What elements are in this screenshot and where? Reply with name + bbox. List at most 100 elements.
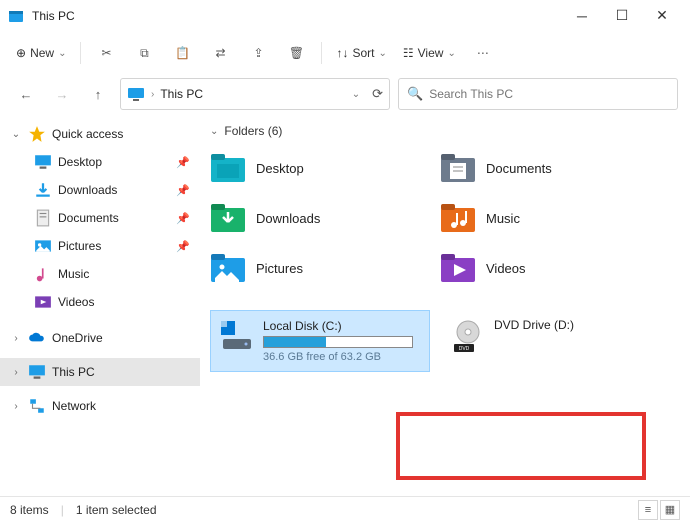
content-pane: ⌄ Folders (6) Desktop Documents Download…: [200, 114, 690, 494]
documents-folder-icon: [440, 152, 476, 184]
cut-button[interactable]: ✂: [89, 38, 123, 68]
sidebar-item-label: Videos: [58, 295, 94, 309]
rename-icon: ⇄: [215, 46, 225, 60]
address-text: This PC: [160, 87, 345, 101]
sidebar-item-music[interactable]: Music: [0, 260, 200, 288]
sidebar-item-pictures[interactable]: Pictures 📌: [0, 232, 200, 260]
window-icon: [8, 8, 24, 24]
music-icon: [34, 266, 52, 282]
rename-button[interactable]: ⇄: [203, 38, 237, 68]
copy-icon: ⧉: [140, 46, 149, 61]
folder-documents[interactable]: Documents: [440, 146, 660, 190]
pc-icon: [28, 364, 46, 380]
search-box[interactable]: 🔍: [398, 78, 678, 110]
sidebar-item-desktop[interactable]: Desktop 📌: [0, 148, 200, 176]
folder-label: Downloads: [256, 211, 320, 226]
chevron-down-icon: ⌄: [378, 48, 386, 59]
sidebar-item-label: Downloads: [58, 183, 117, 197]
pin-icon: 📌: [176, 156, 190, 169]
plus-icon: ⊕: [16, 46, 26, 60]
sidebar-item-network[interactable]: › Network: [0, 392, 200, 420]
delete-button[interactable]: 🗑: [279, 38, 313, 68]
trash-icon: 🗑: [289, 46, 304, 60]
paste-button[interactable]: 📋: [165, 38, 199, 68]
close-button[interactable]: ✕: [642, 2, 682, 30]
maximize-button[interactable]: ☐: [602, 2, 642, 30]
drive-icon: [219, 319, 255, 355]
drive-dvd-d[interactable]: DVD DVD Drive (D:): [442, 310, 662, 372]
sidebar-item-quickaccess[interactable]: ⌄ Quick access: [0, 120, 200, 148]
drive-label: Local Disk (C:): [263, 319, 413, 333]
search-input[interactable]: [429, 87, 669, 101]
folder-videos[interactable]: Videos: [440, 246, 660, 290]
desktop-folder-icon: [210, 152, 246, 184]
copy-button[interactable]: ⧉: [127, 38, 161, 68]
sidebar-item-label: OneDrive: [52, 331, 103, 345]
chevron-down-icon: ⌄: [447, 48, 455, 59]
chevron-right-icon[interactable]: ›: [10, 333, 22, 344]
new-button[interactable]: ⊕ New ⌄: [10, 38, 72, 68]
network-icon: [28, 398, 46, 414]
sidebar-item-documents[interactable]: Documents 📌: [0, 204, 200, 232]
chevron-down-icon[interactable]: ⌄: [10, 129, 22, 140]
sidebar-item-label: Quick access: [52, 127, 123, 141]
folder-desktop[interactable]: Desktop: [210, 146, 430, 190]
sidebar-item-thispc[interactable]: › This PC: [0, 358, 200, 386]
pin-icon: 📌: [176, 212, 190, 225]
share-button[interactable]: ⇪: [241, 38, 275, 68]
sort-button[interactable]: ↑↓ Sort ⌄: [330, 38, 392, 68]
toolbar-separator: [80, 42, 81, 64]
chevron-down-icon[interactable]: ⌄: [352, 89, 360, 100]
back-button[interactable]: ←: [12, 80, 40, 108]
view-details-button[interactable]: ≡: [638, 500, 658, 520]
folder-music[interactable]: Music: [440, 196, 660, 240]
navigation-row: ← → ↑ › This PC ⌄ ⟳ 🔍: [0, 74, 690, 114]
sidebar-item-videos[interactable]: Videos: [0, 288, 200, 316]
paste-icon: 📋: [175, 46, 190, 60]
chevron-down-icon: ⌄: [58, 48, 66, 59]
forward-button[interactable]: →: [48, 80, 76, 108]
chevron-right-icon[interactable]: ›: [10, 367, 22, 378]
view-icon: ☷: [403, 46, 414, 60]
drive-label: DVD Drive (D:): [494, 318, 574, 332]
toolbar-separator: [321, 42, 322, 64]
pictures-folder-icon: [210, 252, 246, 284]
downloads-folder-icon: [210, 202, 246, 234]
ellipsis-icon: ⋯: [477, 46, 489, 60]
documents-icon: [34, 210, 52, 226]
music-folder-icon: [440, 202, 476, 234]
sidebar-item-downloads[interactable]: Downloads 📌: [0, 176, 200, 204]
drive-usage-bar: [263, 336, 413, 348]
search-icon: 🔍: [407, 86, 423, 102]
folder-downloads[interactable]: Downloads: [210, 196, 430, 240]
view-icons-button[interactable]: ▦: [660, 500, 680, 520]
cloud-icon: [28, 330, 46, 346]
folder-label: Videos: [486, 261, 526, 276]
view-button[interactable]: ☷ View ⌄: [397, 38, 462, 68]
folder-label: Documents: [486, 161, 552, 176]
title-bar: This PC ─ ☐ ✕: [0, 0, 690, 32]
chevron-right-icon: ›: [151, 89, 154, 100]
folder-pictures[interactable]: Pictures: [210, 246, 430, 290]
folder-label: Pictures: [256, 261, 303, 276]
chevron-right-icon[interactable]: ›: [10, 401, 22, 412]
share-icon: ⇪: [253, 46, 263, 60]
refresh-button[interactable]: ⟳: [372, 86, 383, 102]
group-header-folders[interactable]: ⌄ Folders (6): [210, 124, 680, 138]
star-icon: [28, 126, 46, 142]
pc-icon: [127, 86, 145, 102]
sidebar-item-label: Pictures: [58, 239, 101, 253]
more-button[interactable]: ⋯: [466, 38, 500, 68]
pictures-icon: [34, 238, 52, 254]
status-bar: 8 items | 1 item selected ≡ ▦: [0, 496, 690, 522]
folder-label: Desktop: [256, 161, 304, 176]
status-items: 8 items: [10, 503, 49, 517]
address-bar[interactable]: › This PC ⌄ ⟳: [120, 78, 390, 110]
drive-status: 36.6 GB free of 63.2 GB: [263, 351, 413, 363]
desktop-icon: [34, 154, 52, 170]
up-button[interactable]: ↑: [84, 80, 112, 108]
drive-local-c[interactable]: Local Disk (C:) 36.6 GB free of 63.2 GB: [210, 310, 430, 372]
videos-folder-icon: [440, 252, 476, 284]
sidebar-item-onedrive[interactable]: › OneDrive: [0, 324, 200, 352]
minimize-button[interactable]: ─: [562, 2, 602, 30]
